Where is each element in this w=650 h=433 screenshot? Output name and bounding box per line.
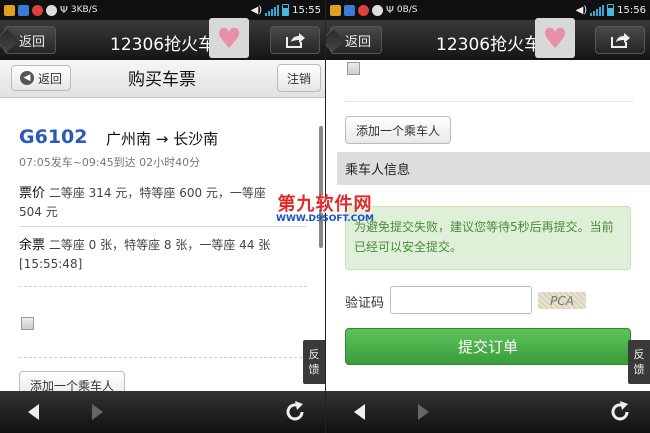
message-notification-icon xyxy=(46,4,57,16)
battery-icon xyxy=(607,4,615,16)
back-button-label: 返回 xyxy=(19,34,46,50)
heart-icon: ♥ xyxy=(535,18,575,58)
page-back-button[interactable]: ◀ 返回 xyxy=(11,65,71,91)
passenger-checkbox[interactable] xyxy=(347,62,360,75)
watermark-title: 第九软件网 xyxy=(277,194,373,215)
feedback-char-2: 馈 xyxy=(308,363,320,376)
web-content: 添加一个乘车人 乘车人信息 为避免提交失败，建议您等待5秒后再提交。当前已经可以… xyxy=(326,60,650,391)
logout-button[interactable]: 注销 xyxy=(277,64,321,92)
divider xyxy=(19,226,307,227)
share-icon xyxy=(286,33,305,48)
back-button[interactable]: 返回 xyxy=(330,26,383,54)
captcha-input[interactable] xyxy=(390,286,532,314)
app-notification-icon xyxy=(4,4,15,16)
divider xyxy=(19,286,307,287)
volume-icon: ◀) xyxy=(250,4,263,16)
divider xyxy=(345,101,633,102)
tickets-remaining: 余票 二等座 0 张，特等座 8 张，一等座 44 张 [15:55:48] xyxy=(19,236,299,273)
page-back-label: 返回 xyxy=(37,71,62,86)
volume-icon: ◀) xyxy=(575,4,588,16)
remain-text: 二等座 0 张，特等座 8 张，一等座 44 张 xyxy=(48,238,271,252)
remain-label: 余票 xyxy=(19,238,46,253)
nav-forward-icon[interactable] xyxy=(92,404,103,420)
site-watermark: 第九软件网 WWW.D9SOFT.COM xyxy=(265,190,385,224)
browser-notification-icon xyxy=(18,4,29,16)
browser-toolbar xyxy=(326,391,650,433)
captcha-label: 验证码 xyxy=(345,296,385,311)
nav-back-icon[interactable] xyxy=(354,404,365,420)
passenger-info-header: 乘车人信息 xyxy=(337,152,650,185)
status-bar: Ψ 3KB/S ◀) 15:55 xyxy=(0,0,325,20)
status-bar: Ψ 0B/S ◀) 15:56 xyxy=(326,0,650,20)
share-icon xyxy=(611,33,630,48)
divider xyxy=(19,357,307,358)
nav-forward-icon[interactable] xyxy=(418,404,429,420)
add-passenger-button[interactable]: 添加一个乘车人 xyxy=(345,116,452,144)
back-button-label: 返回 xyxy=(345,34,372,50)
page-header: ◀ 返回 购买车票 注销 xyxy=(0,60,325,98)
train-number: G6102 xyxy=(19,126,88,148)
battery-icon xyxy=(282,4,290,16)
feedback-button[interactable]: 反 馈 xyxy=(628,340,650,384)
train-route: 广州南 → 长沙南 xyxy=(106,130,219,148)
share-button[interactable] xyxy=(270,26,320,54)
network-speed: 3KB/S xyxy=(70,5,98,15)
page-title: 购买车票 xyxy=(128,70,196,90)
browser-notification-icon xyxy=(344,4,355,16)
price-label: 票价 xyxy=(19,186,46,201)
app-notification-icon xyxy=(330,4,341,16)
clock: 15:55 xyxy=(292,4,321,16)
feedback-button[interactable]: 反 馈 xyxy=(303,340,325,384)
browser-toolbar xyxy=(0,391,325,433)
app-titlebar: 返回 12306抢火车票 xyxy=(326,20,650,60)
feedback-char-2: 馈 xyxy=(633,363,645,376)
signal-icon xyxy=(265,4,280,16)
usb-icon: Ψ xyxy=(386,4,394,16)
price-text: 二等座 314 元，特等座 600 元，一等座 504 元 xyxy=(19,186,266,219)
back-arrow-icon: ◀ xyxy=(19,71,34,85)
train-times: 07:05发车~09:45到达 02小时40分 xyxy=(19,156,201,169)
clock: 15:56 xyxy=(617,4,646,16)
refresh-icon[interactable] xyxy=(608,400,632,424)
ticket-price: 票价 二等座 314 元，特等座 600 元，一等座 504 元 xyxy=(19,184,279,221)
feedback-char-1: 反 xyxy=(308,348,320,361)
message-notification-icon xyxy=(372,4,383,16)
app-titlebar: 返回 12306抢火车票 xyxy=(0,20,325,60)
back-button[interactable]: 返回 xyxy=(4,26,57,54)
watermark-url: WWW.D9SOFT.COM xyxy=(276,214,374,224)
remain-timestamp: [15:55:48] xyxy=(19,257,83,271)
feedback-char-1: 反 xyxy=(633,348,645,361)
submit-order-button[interactable]: 提交订单 xyxy=(345,328,631,365)
web-content: ◀ 返回 购买车票 注销 G6102 广州南 → 长沙南 07:05发车~09:… xyxy=(0,60,325,391)
heart-icon: ♥ xyxy=(209,18,249,58)
network-speed: 0B/S xyxy=(396,5,418,15)
share-button[interactable] xyxy=(595,26,645,54)
usb-icon: Ψ xyxy=(60,4,68,16)
security-notification-icon xyxy=(32,4,43,16)
scrollbar[interactable] xyxy=(319,126,323,248)
submit-notice: 为避免提交失败，建议您等待5秒后再提交。当前已经可以安全提交。 xyxy=(345,206,631,270)
refresh-icon[interactable] xyxy=(283,400,307,424)
signal-icon xyxy=(590,4,605,16)
nav-back-icon[interactable] xyxy=(28,404,39,420)
add-passenger-button[interactable]: 添加一个乘车人 xyxy=(19,371,126,391)
captcha-image[interactable]: PCA xyxy=(538,292,586,309)
security-notification-icon xyxy=(358,4,369,16)
passenger-checkbox[interactable] xyxy=(21,317,34,330)
